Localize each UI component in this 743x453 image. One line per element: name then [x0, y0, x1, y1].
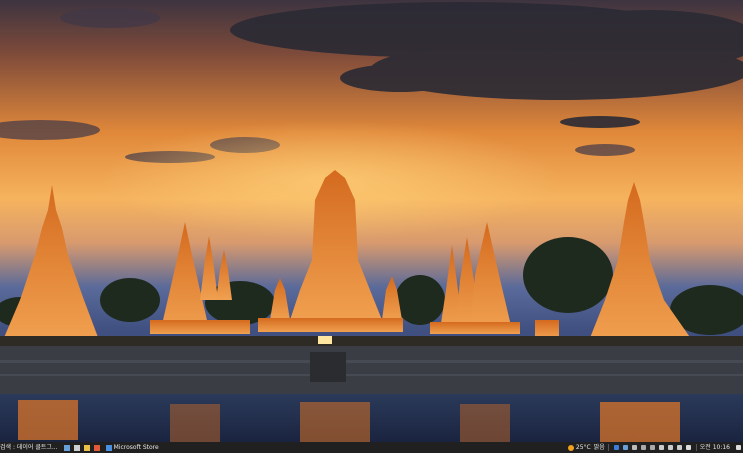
desktop-wallpaper — [0, 0, 743, 442]
clock[interactable]: 오전 10:16 — [700, 442, 730, 453]
ime-icon[interactable] — [685, 445, 691, 450]
wallpaper-image — [0, 0, 743, 442]
store-icon[interactable] — [105, 444, 112, 451]
app-icon[interactable] — [73, 444, 80, 451]
tray-app-icon[interactable] — [622, 445, 628, 450]
chevron-up-icon[interactable] — [631, 445, 637, 450]
weather-temp[interactable]: 25°C — [576, 442, 591, 453]
keyboard-icon[interactable] — [676, 445, 682, 450]
taskbar: 검색 : 데이어 클트그... Microsoft Store 25°C 맑음 … — [0, 442, 743, 453]
search-text: 검색 : 데이어 클트그... — [0, 444, 58, 451]
store-label[interactable]: Microsoft Store — [114, 442, 159, 453]
tray-app-icon[interactable] — [649, 445, 655, 450]
app-icon[interactable] — [93, 444, 100, 451]
app-icon[interactable] — [83, 444, 90, 451]
app-icon[interactable] — [63, 444, 70, 451]
search-box[interactable]: 검색 : 데이어 클트그... — [0, 442, 58, 453]
weather-condition[interactable]: 맑음 — [594, 442, 605, 453]
sun-icon[interactable] — [567, 444, 574, 451]
tray-app-icon[interactable] — [613, 445, 619, 450]
tray-app-icon[interactable] — [640, 445, 646, 450]
notification-icon[interactable] — [736, 445, 741, 450]
volume-icon[interactable] — [667, 445, 673, 450]
network-icon[interactable] — [658, 445, 664, 450]
